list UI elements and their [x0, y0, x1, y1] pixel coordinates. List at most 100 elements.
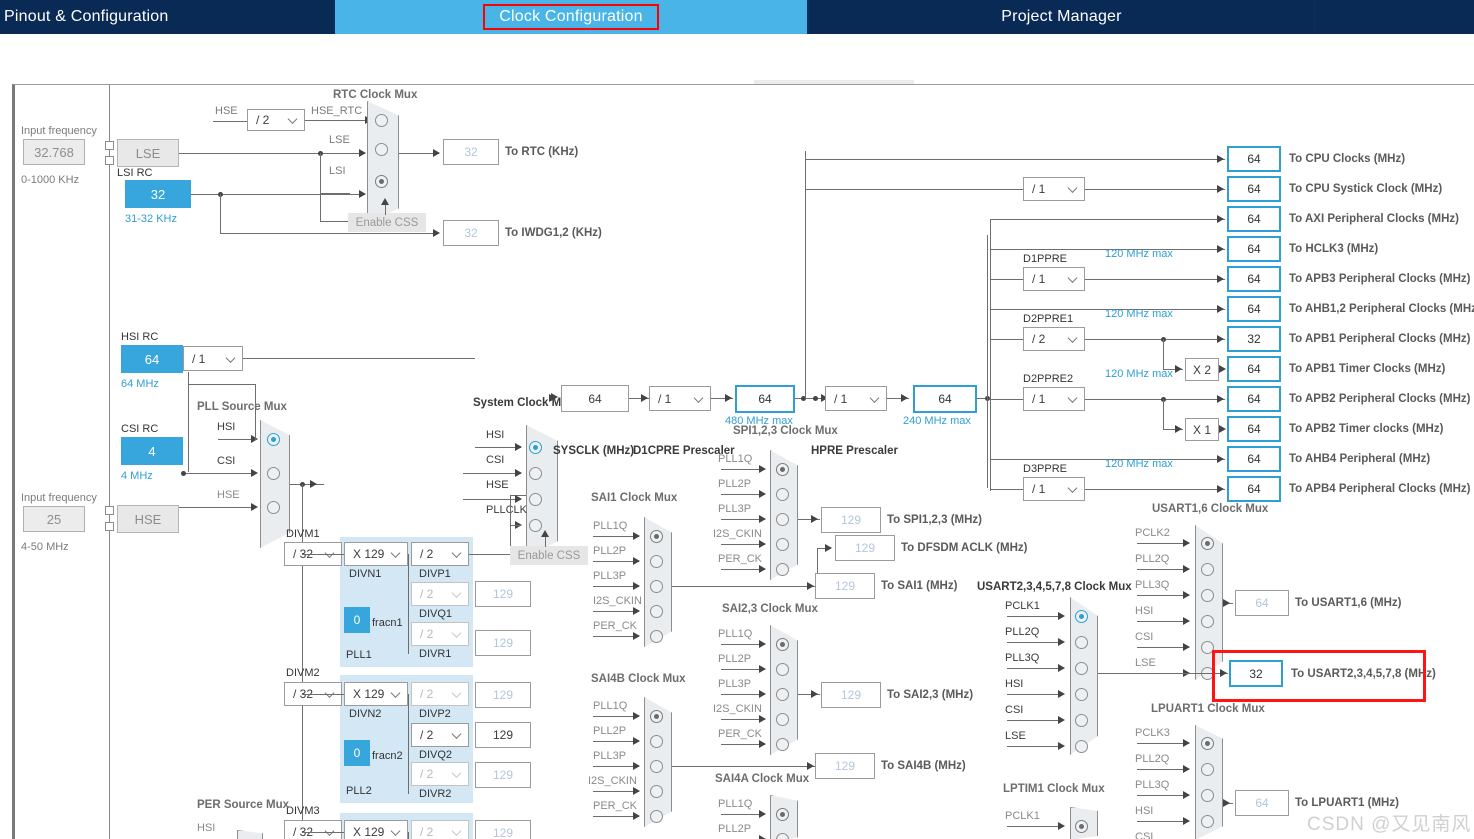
lpuart1-option-3[interactable] — [1201, 815, 1214, 828]
rtc-mux-option-hse[interactable] — [375, 114, 388, 127]
sai23-mux-option-1[interactable] — [776, 663, 789, 676]
pll2-divp-output[interactable]: 129 — [475, 682, 531, 708]
usart2-8-option-3[interactable] — [1075, 688, 1088, 701]
system-enable-css-button[interactable]: Enable CSS — [510, 546, 588, 565]
tab-pinout-configuration[interactable]: Pinout & Configuration — [0, 0, 333, 34]
spi-mux-option-2[interactable] — [776, 513, 789, 526]
sai4b-mux-option-2[interactable] — [650, 760, 663, 773]
sai4a-mux-option-0[interactable] — [776, 808, 789, 821]
output-value-dfsdm[interactable]: 129 — [835, 535, 895, 561]
pll3-divn-select[interactable]: X 129 — [344, 820, 408, 839]
d1cpre-select[interactable]: / 1 — [649, 386, 711, 411]
d2ppre1-select[interactable]: / 2 — [1023, 327, 1085, 351]
rtc-mux-option-lse[interactable] — [375, 143, 388, 156]
output-value-apb2[interactable]: 64 — [1227, 386, 1281, 412]
pll3-divp-output[interactable]: 129 — [475, 820, 531, 839]
pll2-fracn-value[interactable]: 0 — [344, 740, 370, 766]
pll2-divn-select[interactable]: X 129 — [344, 682, 408, 706]
rtc-hse-divider-select[interactable]: / 2 — [247, 109, 305, 131]
output-value-apb3[interactable]: 64 — [1227, 266, 1281, 292]
output-value-spi[interactable]: 129 — [821, 507, 881, 533]
sysmux-option-hse[interactable] — [529, 493, 542, 506]
sai4b-mux-option-4[interactable] — [650, 810, 663, 823]
output-value-axi[interactable]: 64 — [1227, 206, 1281, 232]
pll3-divm-select[interactable]: / 32 — [284, 820, 342, 839]
pll1-divq-output[interactable]: 129 — [475, 581, 531, 607]
output-value-ahb4[interactable]: 64 — [1227, 446, 1281, 472]
csi-rc-value[interactable]: 4 — [121, 437, 183, 465]
output-value-ahb12[interactable]: 64 — [1227, 296, 1281, 322]
sai23-mux-option-2[interactable] — [776, 688, 789, 701]
rtc-output-value[interactable]: 32 — [443, 139, 499, 165]
sysmux-option-csi[interactable] — [529, 467, 542, 480]
pll1-fracn-value[interactable]: 0 — [344, 607, 370, 633]
pll3-divp-select[interactable]: / 2 — [411, 820, 469, 839]
hse-input-frequency-field[interactable]: 25 — [23, 506, 85, 532]
output-value-sai4b[interactable]: 129 — [815, 753, 875, 779]
hpre-output-value[interactable]: 64 — [913, 385, 977, 413]
pll-source-option-csi[interactable] — [267, 467, 280, 480]
output-value-hclk3[interactable]: 64 — [1227, 236, 1281, 262]
pll2-divr-output[interactable]: 129 — [475, 762, 531, 788]
tab-clock-configuration[interactable]: Clock Configuration — [335, 0, 807, 34]
usart16-option-3[interactable] — [1201, 615, 1214, 628]
clock-tree-canvas[interactable]: Input frequency 32.768 0-1000 KHz LSE LS… — [12, 84, 1474, 839]
sai1-mux-option-2[interactable] — [650, 580, 663, 593]
lsi-rc-value[interactable]: 32 — [125, 180, 191, 208]
output-value-sai1[interactable]: 129 — [815, 573, 875, 599]
sai1-mux-option-0[interactable] — [650, 530, 663, 543]
output-value-apb2-timer[interactable]: 64 — [1227, 416, 1281, 442]
hsi-divider-select[interactable]: / 1 — [183, 346, 243, 371]
spi-mux-option-3[interactable] — [776, 538, 789, 551]
sai4b-mux-option-1[interactable] — [650, 735, 663, 748]
pll2-divp-select[interactable]: / 2 — [411, 682, 469, 706]
sai23-mux-option-3[interactable] — [776, 713, 789, 726]
hpre-select[interactable]: / 1 — [825, 386, 887, 411]
sai23-mux-option-4[interactable] — [776, 738, 789, 751]
usart2-8-option-0[interactable] — [1075, 610, 1088, 623]
hsi-rc-value[interactable]: 64 — [121, 345, 183, 373]
sysclk-value[interactable]: 64 — [561, 385, 629, 412]
hse-osc-block[interactable]: HSE — [117, 505, 179, 533]
sai1-mux-option-4[interactable] — [650, 630, 663, 643]
d1cpre-output-value[interactable]: 64 — [735, 385, 795, 413]
pll-source-option-hsi[interactable] — [267, 433, 280, 446]
pll1-divp-select[interactable]: / 2 — [411, 542, 469, 566]
pll-source-option-hse[interactable] — [267, 501, 280, 514]
sai4b-mux-option-0[interactable] — [650, 710, 663, 723]
iwdg-output-value[interactable]: 32 — [443, 220, 499, 246]
sai4a-mux-option-1[interactable] — [776, 833, 789, 839]
pll1-divr-output[interactable]: 129 — [475, 630, 531, 656]
lptim1-option-0[interactable] — [1075, 820, 1088, 833]
usart2-8-option-4[interactable] — [1075, 714, 1088, 727]
systick-divider-select[interactable]: / 1 — [1023, 177, 1085, 201]
tab-project-manager[interactable]: Project Manager — [809, 0, 1314, 34]
pll2-divr-select[interactable]: / 2 — [411, 762, 469, 786]
lpuart1-option-1[interactable] — [1201, 763, 1214, 776]
output-value-apb1[interactable]: 32 — [1227, 326, 1281, 352]
pll1-divq-select[interactable]: / 2 — [411, 582, 469, 606]
usart16-option-2[interactable] — [1201, 589, 1214, 602]
usart2-8-option-2[interactable] — [1075, 662, 1088, 675]
output-value-apb1-timer[interactable]: 64 — [1227, 356, 1281, 382]
pll1-divn-select[interactable]: X 129 — [344, 542, 408, 566]
output-value-cpu-clocks[interactable]: 64 — [1227, 146, 1281, 172]
d3ppre-select[interactable]: / 1 — [1023, 477, 1085, 501]
usart16-option-1[interactable] — [1201, 563, 1214, 576]
lse-input-frequency-field[interactable]: 32.768 — [23, 139, 85, 165]
output-value-systick[interactable]: 64 — [1227, 176, 1281, 202]
d1ppre-select[interactable]: / 1 — [1023, 267, 1085, 291]
lpuart1-option-2[interactable] — [1201, 789, 1214, 802]
sai4b-mux-option-3[interactable] — [650, 785, 663, 798]
usart2-8-option-5[interactable] — [1075, 740, 1088, 753]
spi-mux-option-0[interactable] — [776, 463, 789, 476]
output-value-usart16[interactable]: 64 — [1235, 590, 1289, 616]
sai23-mux-option-0[interactable] — [776, 638, 789, 651]
pll2-divq-select[interactable]: / 2 — [411, 723, 469, 747]
output-value-sai23[interactable]: 129 — [821, 682, 881, 708]
d2ppre2-select[interactable]: / 1 — [1023, 387, 1085, 411]
pll1-divr-select[interactable]: / 2 — [411, 622, 469, 646]
per-source-mux[interactable] — [237, 830, 263, 839]
rtc-enable-css-button[interactable]: Enable CSS — [348, 213, 426, 232]
lpuart1-option-0[interactable] — [1201, 737, 1214, 750]
